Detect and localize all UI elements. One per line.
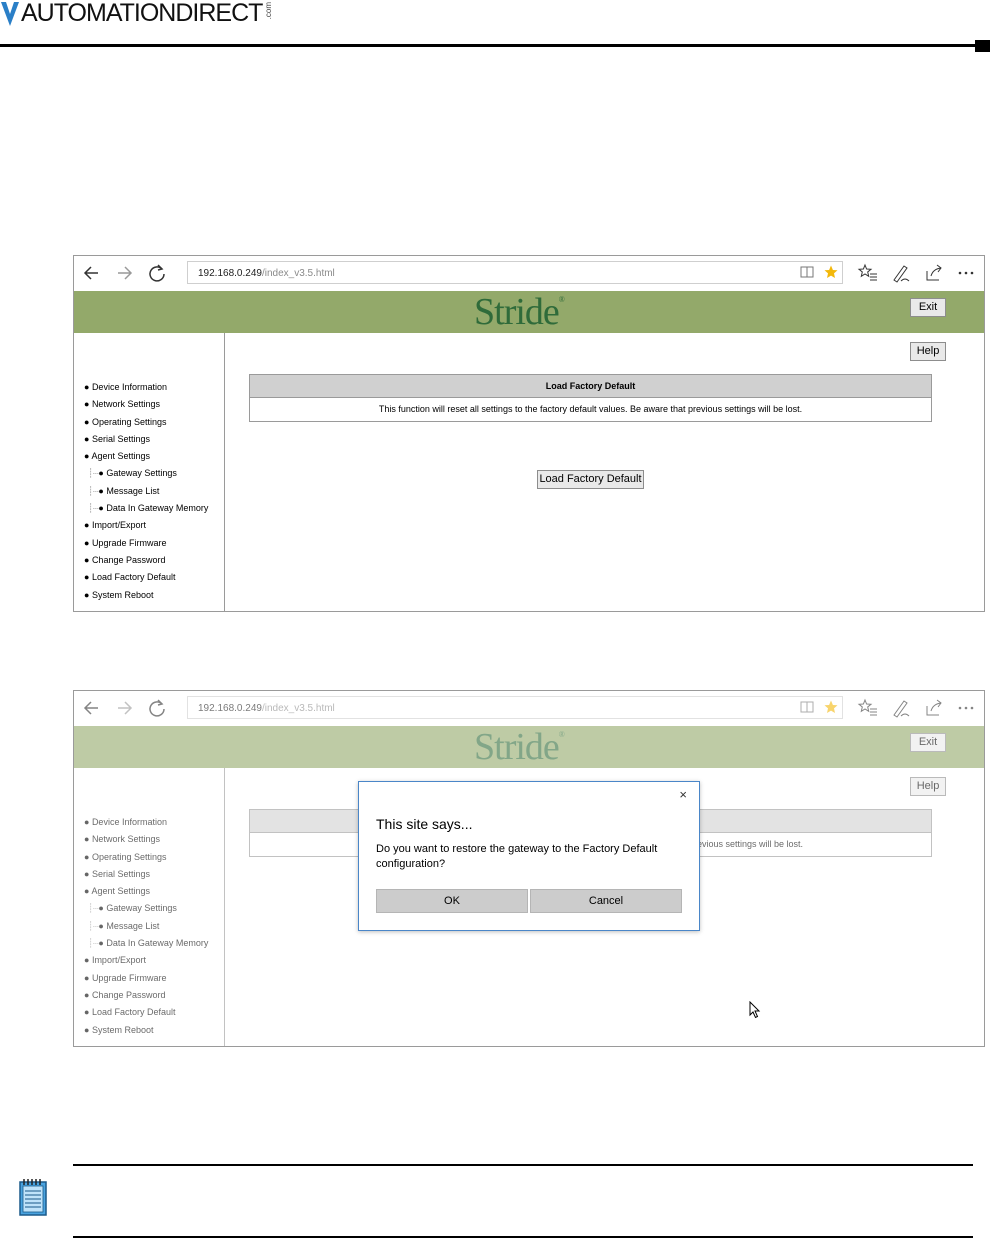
sidebar-item-import-export[interactable]: ● Import/Export [84, 952, 208, 969]
back-icon[interactable] [80, 696, 104, 720]
sidebar-item-agent-settings[interactable]: ● Agent Settings [84, 883, 208, 900]
forward-icon[interactable] [112, 696, 136, 720]
back-icon[interactable] [80, 261, 104, 285]
dialog-message: Do you want to restore the gateway to th… [376, 843, 658, 870]
close-icon[interactable]: × [679, 787, 687, 802]
note-rule-bottom [73, 1236, 973, 1238]
stride-logo: Stride® [474, 291, 565, 333]
app-banner: Stride® [74, 726, 984, 768]
url-path: /index_v3.5.html [261, 703, 335, 714]
reading-view-icon[interactable] [800, 265, 814, 279]
sidebar-item-system-reboot[interactable]: ● System Reboot [84, 1022, 208, 1039]
sidebar-item-upgrade-firmware[interactable]: ● Upgrade Firmware [84, 970, 208, 987]
sidebar-item-serial-settings[interactable]: ● Serial Settings [84, 431, 208, 448]
url-path: /index_v3.5.html [261, 268, 335, 279]
sidebar-nav: ● Device Information ● Network Settings … [84, 814, 208, 1039]
brand-v-icon [1, 2, 19, 26]
dialog-title: This site says... [376, 816, 473, 832]
load-factory-default-button[interactable]: Load Factory Default [537, 470, 644, 489]
sidebar-item-operating-settings[interactable]: ● Operating Settings [84, 414, 208, 431]
main-panel: Load Factory Default This function will … [225, 333, 984, 611]
sidebar-item-data-in-gateway-memory[interactable]: ┊···● Data In Gateway Memory [84, 935, 208, 952]
pen-icon[interactable] [889, 696, 913, 720]
header-rule-marker [975, 40, 990, 52]
sidebar-item-change-password[interactable]: ● Change Password [84, 987, 208, 1004]
url-host: 192.168.0.249 [198, 268, 262, 279]
address-bar-icons [800, 700, 838, 714]
address-bar-icons [800, 265, 838, 279]
sidebar-item-agent-settings[interactable]: ● Agent Settings [84, 448, 208, 465]
ok-button[interactable]: OK [376, 889, 528, 913]
sidebar-item-change-password[interactable]: ● Change Password [84, 552, 208, 569]
browser-toolbar: 192.168.0.249/index_v3.5.html [74, 256, 984, 291]
sidebar-item-load-factory-default[interactable]: ● Load Factory Default [84, 569, 208, 586]
favorite-star-icon[interactable] [824, 265, 838, 279]
note-pad-icon [19, 1179, 47, 1216]
exit-button[interactable]: Exit [910, 298, 946, 317]
sidebar-item-data-in-gateway-memory[interactable]: ┊···● Data In Gateway Memory [84, 500, 208, 517]
confirm-dialog: × This site says... Do you want to resto… [358, 781, 700, 931]
sidebar-item-upgrade-firmware[interactable]: ● Upgrade Firmware [84, 535, 208, 552]
app-banner: Stride® [74, 291, 984, 333]
sidebar-item-load-factory-default[interactable]: ● Load Factory Default [84, 1004, 208, 1021]
sidebar-item-network-settings[interactable]: ● Network Settings [84, 396, 208, 413]
sidebar-item-device-information[interactable]: ● Device Information [84, 814, 208, 831]
browser-screenshot-load-factory-default: 192.168.0.249/index_v3.5.html Stride® Ex… [73, 255, 985, 612]
stride-logo: Stride® [474, 726, 565, 768]
sidebar-item-serial-settings[interactable]: ● Serial Settings [84, 866, 208, 883]
more-icon[interactable] [954, 696, 978, 720]
header-rule [0, 44, 975, 47]
reading-view-icon[interactable] [800, 700, 814, 714]
refresh-icon[interactable] [145, 261, 169, 285]
table-description: This function will reset all settings to… [378, 404, 803, 414]
sidebar-item-message-list[interactable]: ┊···● Message List [84, 918, 208, 935]
mouse-cursor-icon [749, 1001, 761, 1019]
brand-name: AUTOMATIONDIRECT [21, 0, 263, 27]
sidebar-item-device-information[interactable]: ● Device Information [84, 379, 208, 396]
load-factory-default-table: Load Factory Default This function will … [249, 374, 932, 422]
favorite-star-icon[interactable] [824, 700, 838, 714]
sidebar: ● Device Information ● Network Settings … [74, 768, 225, 1046]
note-rule-top [73, 1164, 973, 1166]
table-header: Load Factory Default [250, 375, 931, 398]
browser-toolbar: 192.168.0.249/index_v3.5.html [74, 691, 984, 726]
browser-screenshot-confirm-dialog: 192.168.0.249/index_v3.5.html Stride® Ex… [73, 690, 985, 1047]
pen-icon[interactable] [889, 261, 913, 285]
more-icon[interactable] [954, 261, 978, 285]
forward-icon[interactable] [112, 261, 136, 285]
brand-suffix: .com [264, 2, 274, 20]
cancel-button[interactable]: Cancel [530, 889, 682, 913]
sidebar-item-import-export[interactable]: ● Import/Export [84, 517, 208, 534]
sidebar-nav: ● Device Information ● Network Settings … [84, 379, 208, 604]
automationdirect-logo: AUTOMATIONDIRECT .com [0, 0, 273, 28]
sidebar-item-network-settings[interactable]: ● Network Settings [84, 831, 208, 848]
exit-button[interactable]: Exit [910, 733, 946, 752]
share-icon[interactable] [922, 696, 946, 720]
sidebar-item-system-reboot[interactable]: ● System Reboot [84, 587, 208, 604]
sidebar-item-gateway-settings[interactable]: ┊···● Gateway Settings [84, 900, 208, 917]
address-bar[interactable]: 192.168.0.249/index_v3.5.html [187, 261, 843, 284]
sidebar-item-gateway-settings[interactable]: ┊···● Gateway Settings [84, 465, 208, 482]
share-icon[interactable] [922, 261, 946, 285]
refresh-icon[interactable] [145, 696, 169, 720]
sidebar: ● Device Information ● Network Settings … [74, 333, 225, 611]
sidebar-item-operating-settings[interactable]: ● Operating Settings [84, 849, 208, 866]
favorites-list-icon[interactable] [856, 261, 880, 285]
address-bar[interactable]: 192.168.0.249/index_v3.5.html [187, 696, 843, 719]
favorites-list-icon[interactable] [856, 696, 880, 720]
url-host: 192.168.0.249 [198, 703, 262, 714]
sidebar-item-message-list[interactable]: ┊···● Message List [84, 483, 208, 500]
